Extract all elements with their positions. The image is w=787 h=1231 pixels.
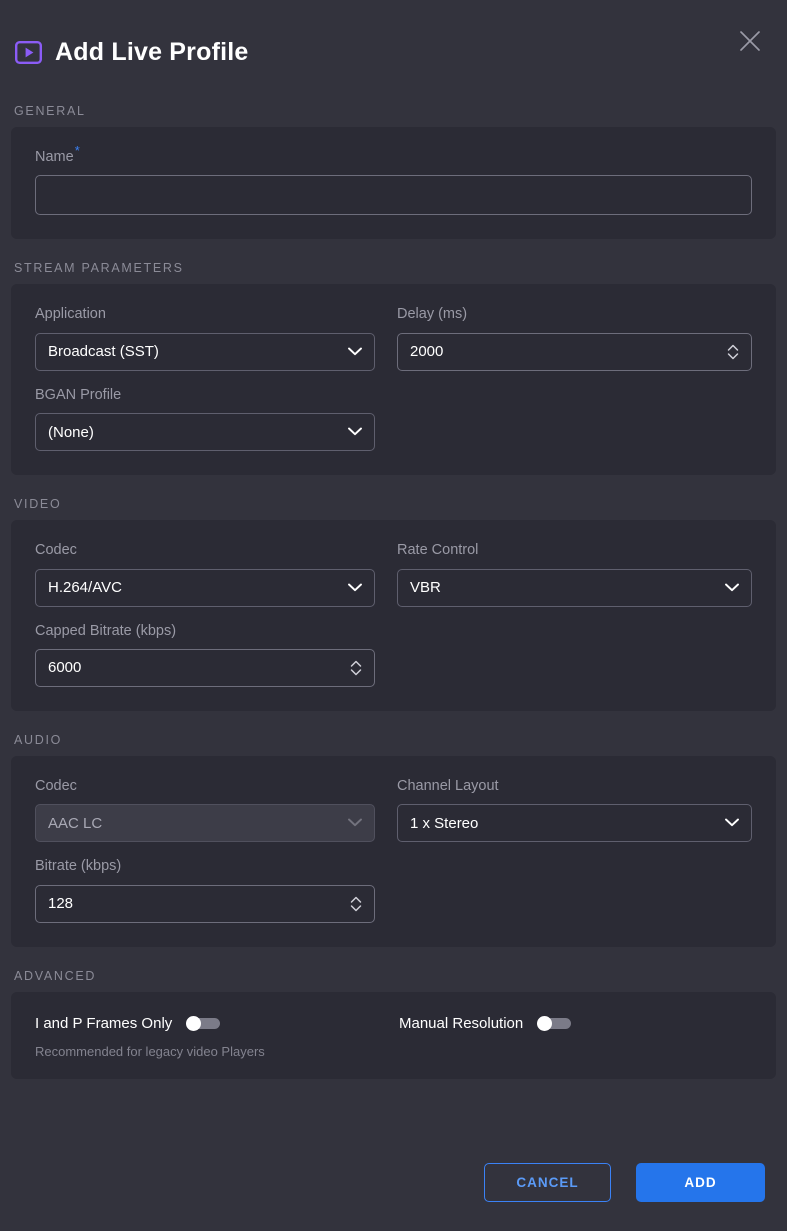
channel-layout-select-value: 1 x Stereo xyxy=(410,816,717,831)
dialog-header: Add Live Profile xyxy=(0,0,787,76)
section-label-video: VIDEO xyxy=(11,475,776,520)
audio-bitrate-input[interactable]: 128 xyxy=(35,885,375,923)
audio-codec-field-group: Codec AAC LC xyxy=(35,778,375,842)
capped-bitrate-input[interactable]: 6000 xyxy=(35,649,375,687)
bgan-profile-label: BGAN Profile xyxy=(35,387,375,404)
bgan-profile-select[interactable]: (None) xyxy=(35,413,375,451)
application-select[interactable]: Broadcast (SST) xyxy=(35,333,375,371)
i-and-p-frames-hint: Recommended for legacy video Players xyxy=(35,1044,399,1060)
toggle-knob xyxy=(186,1016,201,1031)
i-and-p-frames-toggle[interactable] xyxy=(186,1016,220,1031)
delay-field-group: Delay (ms) 2000 xyxy=(397,306,752,370)
name-field-group: Name* xyxy=(35,149,752,215)
section-label-advanced: ADVANCED xyxy=(11,947,776,992)
section-label-stream-parameters: STREAM PARAMETERS xyxy=(11,239,776,284)
i-and-p-frames-label: I and P Frames Only xyxy=(35,1016,172,1031)
channel-layout-field-group: Channel Layout 1 x Stereo xyxy=(397,778,752,842)
manual-resolution-group: Manual Resolution xyxy=(399,1016,752,1060)
general-panel: Name* xyxy=(11,127,776,239)
audio-codec-select: AAC LC xyxy=(35,804,375,842)
audio-bitrate-field-group: Bitrate (kbps) 128 xyxy=(35,858,375,922)
section-label-audio: AUDIO xyxy=(11,711,776,756)
add-button[interactable]: ADD xyxy=(636,1163,765,1202)
bgan-profile-field-group: BGAN Profile (None) xyxy=(35,387,375,451)
stepper-icon[interactable] xyxy=(727,344,739,360)
video-codec-field-group: Codec H.264/AVC xyxy=(35,542,375,606)
delay-input[interactable]: 2000 xyxy=(397,333,752,371)
section-label-general: GENERAL xyxy=(11,76,776,127)
audio-bitrate-label: Bitrate (kbps) xyxy=(35,858,375,875)
rate-control-select[interactable]: VBR xyxy=(397,569,752,607)
stream-parameters-panel: Application Broadcast (SST) Delay (ms) 2… xyxy=(11,284,776,475)
stepper-icon[interactable] xyxy=(350,896,362,912)
dialog-footer: CANCEL ADD xyxy=(0,1143,787,1231)
chevron-down-icon xyxy=(348,423,362,441)
audio-codec-select-value: AAC LC xyxy=(48,816,340,831)
video-codec-select[interactable]: H.264/AVC xyxy=(35,569,375,607)
dialog-body: GENERAL Name* STREAM PARAMETERS Applicat… xyxy=(0,76,787,1143)
chevron-down-icon xyxy=(348,814,362,832)
i-and-p-frames-group: I and P Frames Only Recommended for lega… xyxy=(35,1016,399,1060)
video-spacer xyxy=(397,623,752,687)
cancel-button[interactable]: CANCEL xyxy=(484,1163,611,1202)
audio-codec-label: Codec xyxy=(35,778,375,795)
video-codec-label: Codec xyxy=(35,542,375,559)
name-input[interactable] xyxy=(35,175,752,215)
capped-bitrate-input-value: 6000 xyxy=(48,660,342,675)
name-label: Name* xyxy=(35,149,752,166)
audio-panel: Codec AAC LC Channel Layout 1 x Stereo xyxy=(11,756,776,947)
video-panel: Codec H.264/AVC Rate Control VBR xyxy=(11,520,776,711)
channel-layout-select[interactable]: 1 x Stereo xyxy=(397,804,752,842)
capped-bitrate-field-group: Capped Bitrate (kbps) 6000 xyxy=(35,623,375,687)
chevron-down-icon xyxy=(348,579,362,597)
delay-input-value: 2000 xyxy=(410,344,719,359)
audio-spacer xyxy=(397,858,752,922)
delay-label: Delay (ms) xyxy=(397,306,752,323)
audio-bitrate-input-value: 128 xyxy=(48,896,342,911)
application-select-value: Broadcast (SST) xyxy=(48,344,340,359)
live-video-icon xyxy=(14,40,42,64)
manual-resolution-label: Manual Resolution xyxy=(399,1016,523,1031)
chevron-down-icon xyxy=(348,343,362,361)
manual-resolution-toggle[interactable] xyxy=(537,1016,571,1031)
advanced-panel: I and P Frames Only Recommended for lega… xyxy=(11,992,776,1080)
chevron-down-icon xyxy=(725,579,739,597)
bgan-profile-select-value: (None) xyxy=(48,425,340,440)
capped-bitrate-label: Capped Bitrate (kbps) xyxy=(35,623,375,640)
channel-layout-label: Channel Layout xyxy=(397,778,752,795)
name-label-text: Name xyxy=(35,149,74,165)
close-icon[interactable] xyxy=(735,26,765,56)
rate-control-field-group: Rate Control VBR xyxy=(397,542,752,606)
rate-control-select-value: VBR xyxy=(410,580,717,595)
toggle-knob xyxy=(537,1016,552,1031)
required-indicator: * xyxy=(75,143,80,158)
application-label: Application xyxy=(35,306,375,323)
chevron-down-icon xyxy=(725,814,739,832)
stepper-icon[interactable] xyxy=(350,660,362,676)
add-live-profile-dialog: Add Live Profile GENERAL Name* STREAM PA… xyxy=(0,0,787,1231)
page-title: Add Live Profile xyxy=(55,40,249,65)
bgan-spacer xyxy=(397,387,752,451)
video-codec-select-value: H.264/AVC xyxy=(48,580,340,595)
rate-control-label: Rate Control xyxy=(397,542,752,559)
application-field-group: Application Broadcast (SST) xyxy=(35,306,375,370)
